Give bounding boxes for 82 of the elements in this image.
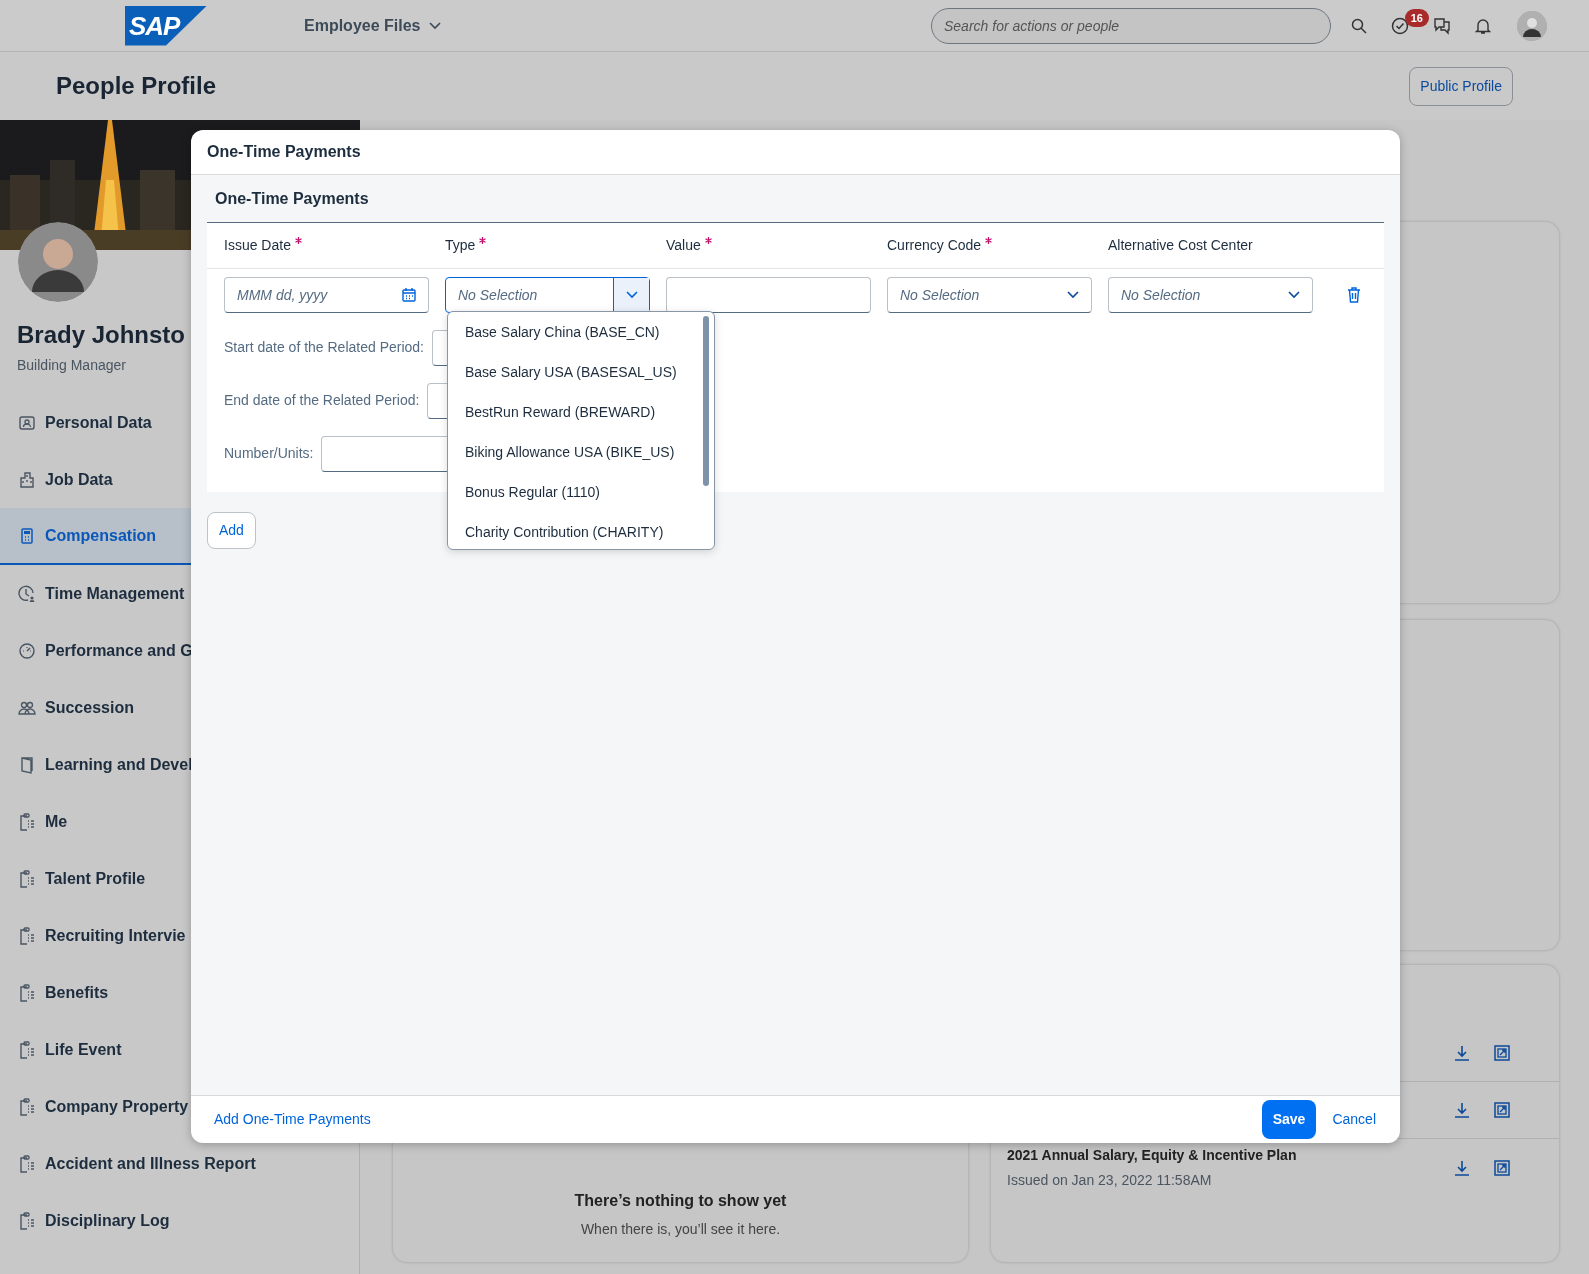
- sidebar-item[interactable]: Accident and Illness Report: [0, 1135, 359, 1192]
- document-title: 2021 Annual Salary, Equity & Incentive Plan: [1007, 1145, 1298, 1165]
- column-header: Type: [445, 236, 476, 255]
- clipboard-icon: [18, 812, 36, 831]
- download-icon: [1453, 1101, 1471, 1119]
- search-icon: [1351, 17, 1367, 34]
- calendar-icon: [402, 288, 416, 302]
- clock-icon: [18, 584, 36, 603]
- column-header: Currency Code: [887, 236, 982, 255]
- cost-center-select[interactable]: No Selection: [1108, 277, 1313, 313]
- currency-select[interactable]: No Selection: [887, 277, 1092, 313]
- clipboard-icon: [18, 1154, 36, 1173]
- dropdown-option[interactable]: Bonus Regular (1110): [448, 472, 714, 512]
- clipboard-icon: [18, 1040, 36, 1059]
- sidebar-item[interactable]: Disciplinary Log: [0, 1192, 359, 1249]
- sidebar-item[interactable]: Benefits: [0, 964, 359, 1021]
- download-icon: [1453, 1158, 1471, 1177]
- trash-icon: [1347, 287, 1361, 303]
- check-circle-icon: [1391, 16, 1409, 35]
- column-header: Issue Date: [224, 236, 291, 255]
- building-icon: [18, 470, 36, 489]
- column-header: Value: [666, 236, 701, 255]
- sidebar-item[interactable]: Me: [0, 793, 359, 850]
- chevron-down-icon: [625, 291, 638, 299]
- field-label: Number/Units:: [224, 444, 314, 463]
- date-field[interactable]: MMM dd, yyyy: [224, 277, 429, 313]
- section-title: One-Time Payments: [215, 190, 369, 207]
- open-external-icon: [1493, 1101, 1511, 1119]
- dropdown-option[interactable]: Base Salary USA (BASESAL_US): [448, 352, 714, 392]
- open-external-icon: [1493, 1158, 1511, 1177]
- user-avatar[interactable]: [1517, 10, 1547, 41]
- empty-state-title: There’s nothing to show yet: [574, 1191, 787, 1211]
- chevron-down-icon: [428, 21, 441, 30]
- public-profile-button[interactable]: Public Profile: [1409, 66, 1513, 106]
- scrollbar[interactable]: [703, 316, 709, 486]
- clipboard-icon: [18, 926, 36, 945]
- field-label: End date of the Related Period:: [224, 391, 420, 410]
- required-icon: [985, 237, 993, 244]
- save-button[interactable]: Save: [1261, 1100, 1317, 1139]
- dialog-title: One-Time Payments: [207, 142, 361, 162]
- notification-badge: 16: [1404, 8, 1429, 27]
- calculator-icon: [18, 526, 36, 545]
- required-icon: [704, 237, 712, 244]
- page-title: People Profile: [56, 71, 217, 101]
- dropdown-option[interactable]: Charity Contribution (CHARITY): [448, 512, 714, 549]
- sidebar-item[interactable]: Talent Profile: [0, 850, 359, 907]
- sidebar-item[interactable]: Succession: [0, 679, 359, 736]
- profile-name: Brady Johnsto: [17, 320, 186, 350]
- gauge-icon: [18, 641, 36, 660]
- required-icon: [479, 237, 487, 244]
- issued-date: Issued on Jan 23, 2022 11:58AM: [1007, 1170, 1213, 1190]
- column-header: Alternative Cost Center: [1108, 236, 1253, 255]
- download-icon: [1453, 1044, 1471, 1062]
- clipboard-icon: [18, 983, 36, 1002]
- add-payments-link[interactable]: Add One-Time Payments: [214, 1109, 371, 1130]
- open-external-icon: [1493, 1044, 1511, 1062]
- job-title: Building Manager: [17, 356, 127, 375]
- value-field[interactable]: [666, 277, 871, 313]
- required-icon: [294, 237, 302, 244]
- app-title-menu[interactable]: Employee Files: [304, 13, 441, 38]
- sidebar-item[interactable]: Recruiting Intervie: [0, 907, 359, 964]
- clipboard-icon: [18, 1097, 36, 1116]
- sidebar-item[interactable]: Life Event: [0, 1021, 359, 1078]
- chevron-down-icon: [1288, 291, 1300, 299]
- chat-bubbles-icon: [1433, 16, 1451, 35]
- type-select[interactable]: No Selection: [445, 277, 650, 313]
- sap-logo[interactable]: SAP: [125, 5, 207, 46]
- empty-state-text: When there is, you’ll see it here.: [580, 1220, 781, 1239]
- book-icon: [18, 755, 36, 774]
- search-field[interactable]: Search for actions or people: [931, 7, 1331, 44]
- sidebar-item[interactable]: Time Management: [0, 565, 359, 622]
- dropdown-option[interactable]: Base Salary China (BASE_CN): [448, 312, 714, 352]
- dropdown-option[interactable]: BestRun Reward (BREWARD): [448, 392, 714, 432]
- clipboard-icon: [18, 869, 36, 888]
- bell-icon: [1475, 16, 1491, 35]
- add-button[interactable]: Add: [207, 512, 256, 549]
- field-label: Start date of the Related Period:: [224, 338, 424, 357]
- clipboard-icon: [18, 1211, 36, 1230]
- contact-card-icon: [18, 413, 36, 432]
- chevron-down-icon: [1067, 291, 1079, 299]
- cancel-button[interactable]: Cancel: [1324, 1100, 1384, 1139]
- dropdown-option[interactable]: Biking Allowance USA (BIKE_US): [448, 432, 714, 472]
